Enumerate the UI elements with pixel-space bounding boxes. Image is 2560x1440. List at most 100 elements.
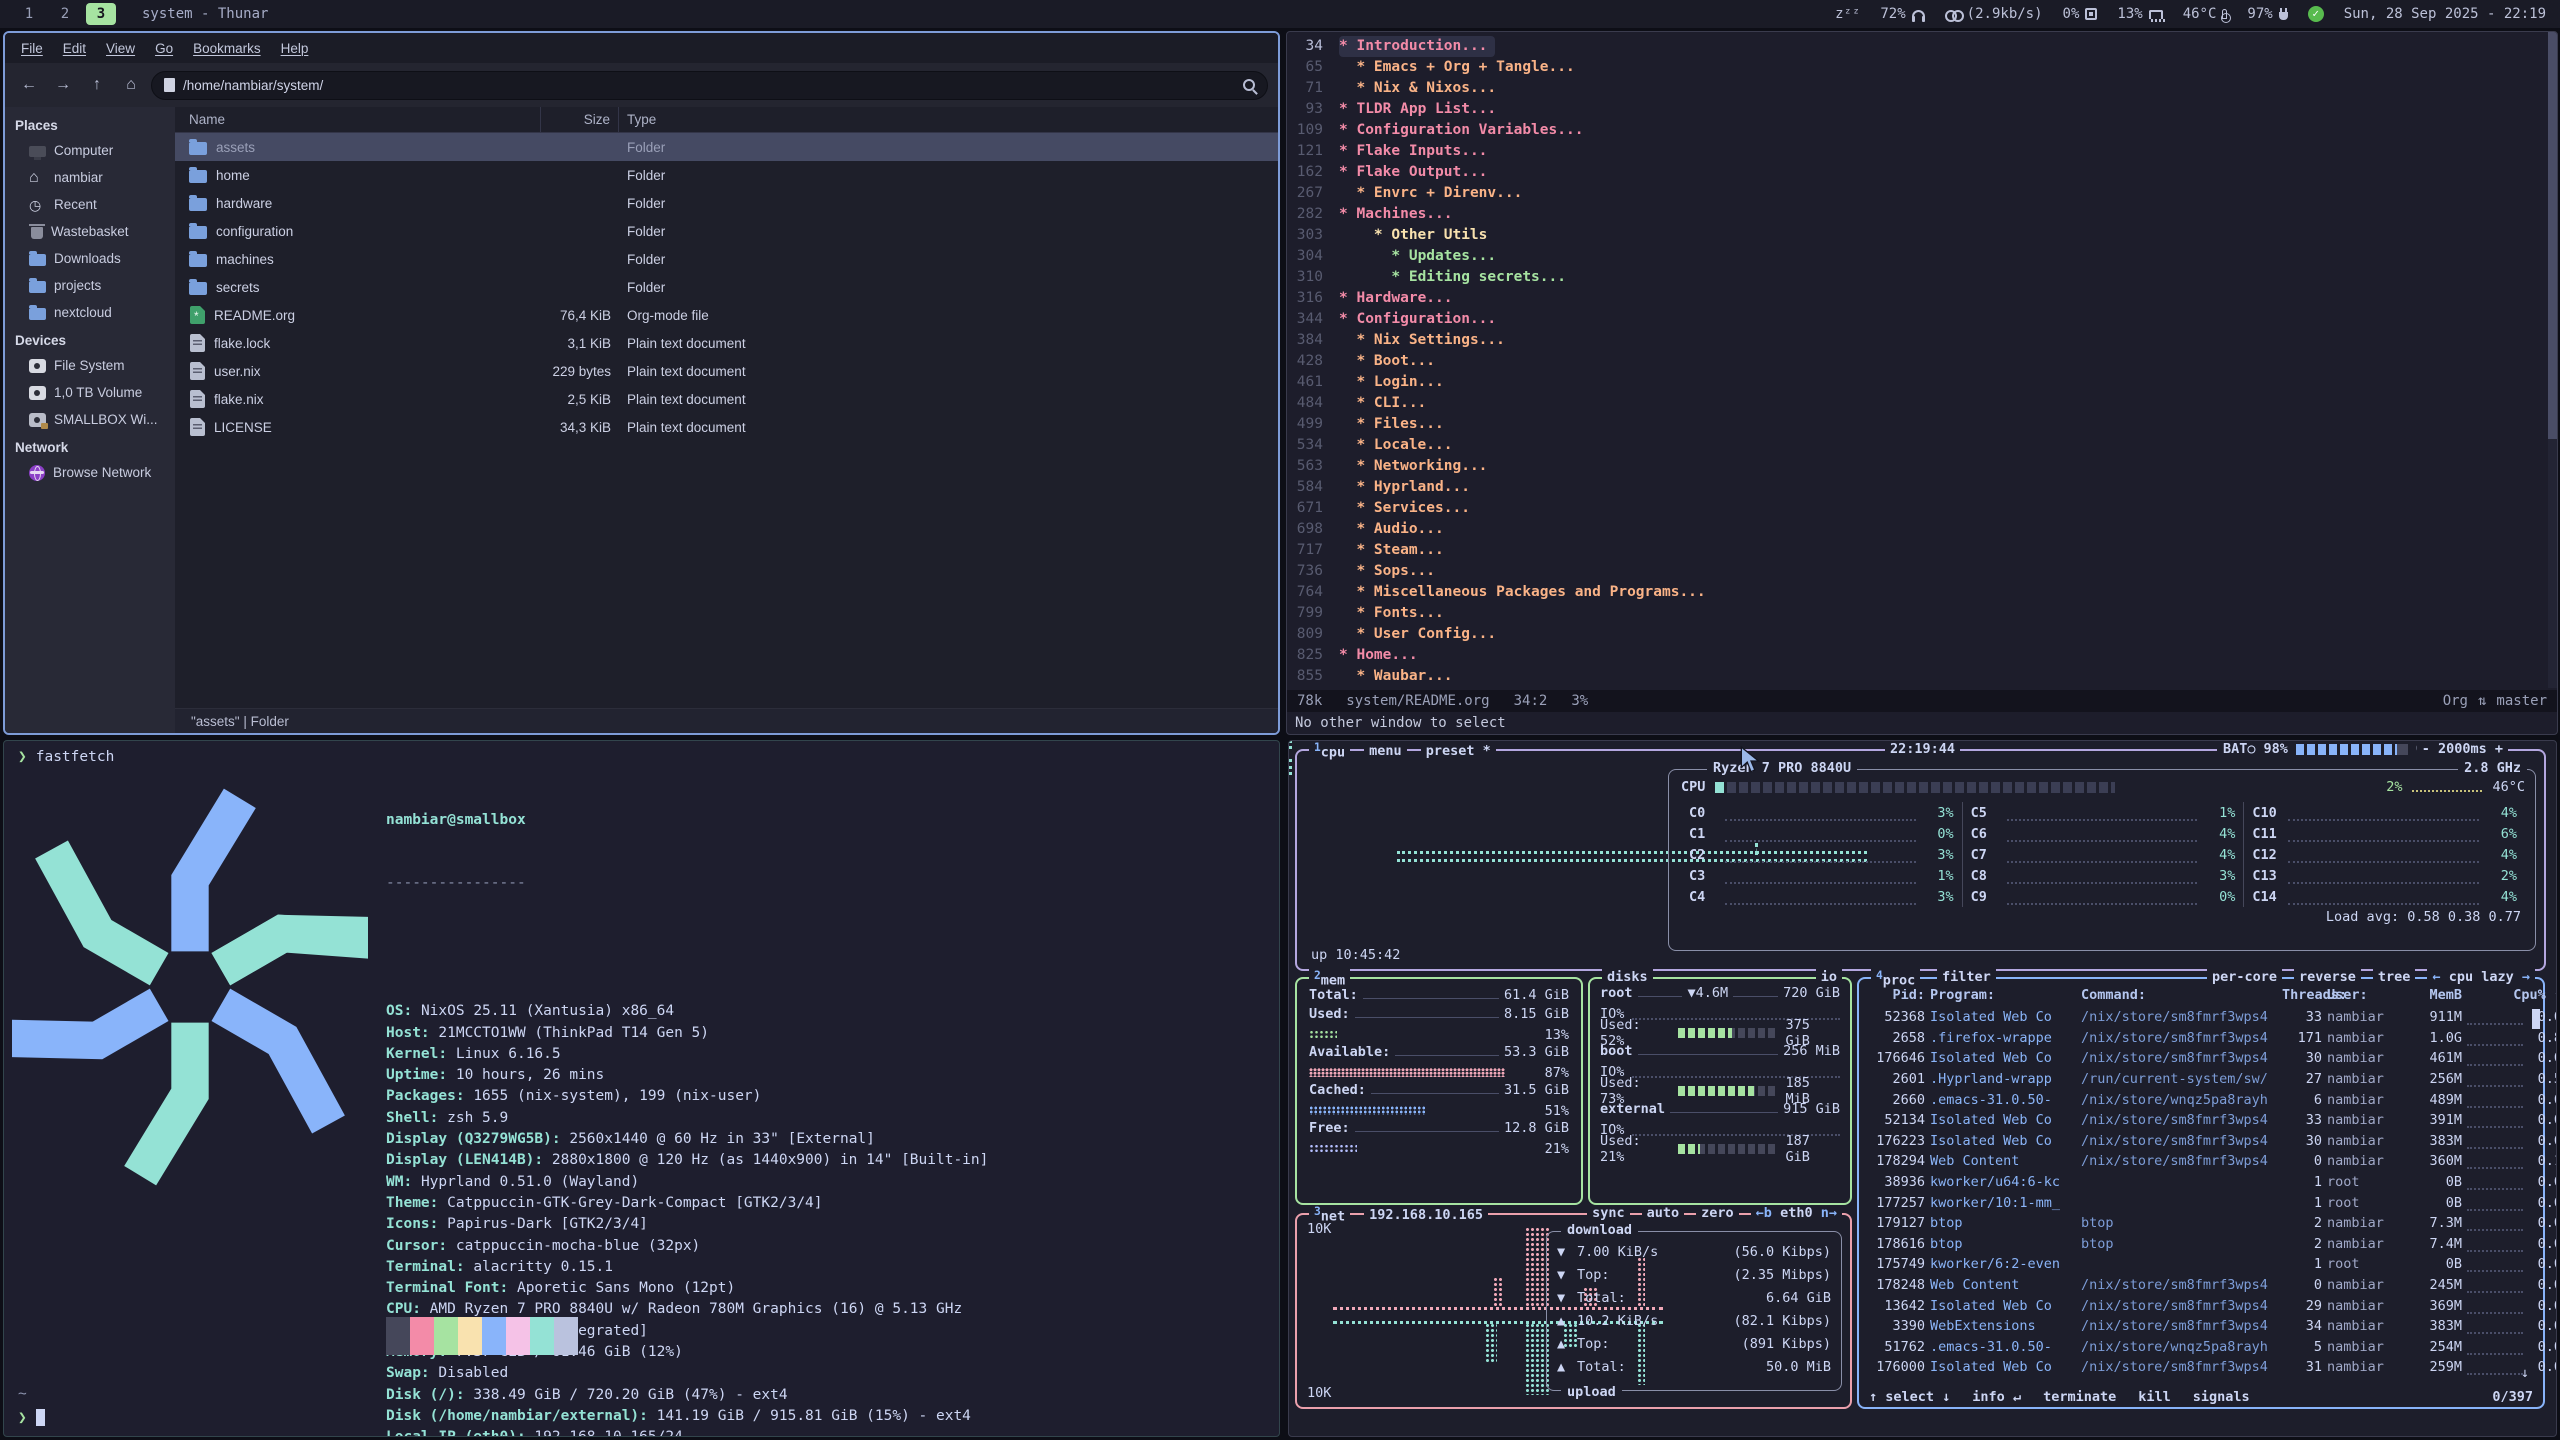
back-button[interactable]: ← bbox=[15, 71, 43, 99]
signals-action[interactable]: signals bbox=[2193, 1389, 2250, 1405]
net-zero-button[interactable]: zero bbox=[1696, 1205, 1739, 1221]
workspace-button[interactable]: 3 bbox=[86, 3, 116, 25]
home-button[interactable]: ⌂ bbox=[117, 71, 145, 99]
process-row[interactable]: 176223 Isolated Web Co /nix/store/sm8fmr… bbox=[1859, 1131, 2543, 1152]
sort-selector[interactable]: ← cpu lazy → bbox=[2427, 969, 2535, 985]
org-heading-line[interactable]: 282 * Machines... bbox=[1287, 204, 2547, 225]
tree-button[interactable]: tree bbox=[2373, 969, 2416, 985]
disks-panel-title[interactable]: disks bbox=[1602, 969, 1653, 985]
org-heading-line[interactable]: 563 * Networking... bbox=[1287, 456, 2547, 477]
process-row[interactable]: 2660 .emacs-31.0.50- /nix/store/wnqz5pa8… bbox=[1859, 1089, 2543, 1110]
cpu-module[interactable]: 0% bbox=[2063, 6, 2098, 22]
org-heading-line[interactable]: 384 * Nix Settings... bbox=[1287, 330, 2547, 351]
org-heading-line[interactable]: 65 * Emacs + Org + Tangle... bbox=[1287, 57, 2547, 78]
file-row[interactable]: flake.lock 3,1 KiB Plain text document bbox=[175, 329, 1278, 357]
process-scrollbar-thumb[interactable] bbox=[2532, 1009, 2540, 1029]
org-heading-line[interactable]: 855 * Waubar... bbox=[1287, 666, 2547, 687]
select-action[interactable]: ↑ select ↓ bbox=[1869, 1389, 1950, 1405]
file-row[interactable]: machines Folder bbox=[175, 245, 1278, 273]
sidebar-item[interactable]: projects bbox=[5, 272, 175, 299]
up-button[interactable]: ↑ bbox=[83, 71, 111, 99]
file-row[interactable]: user.nix 229 bytes Plain text document bbox=[175, 357, 1278, 385]
org-heading-line[interactable]: 825 * Home... bbox=[1287, 645, 2547, 666]
process-row[interactable]: 179127 btop btop 2 nambiar 7.3M 0.0 bbox=[1859, 1213, 2543, 1234]
file-row[interactable]: configuration Folder bbox=[175, 217, 1278, 245]
org-buffer[interactable]: 34 * Introduction... 65 * Emacs + Org + … bbox=[1287, 36, 2547, 688]
idle-inhibitor-module[interactable]: zᶻᶻ bbox=[1835, 6, 1860, 22]
preset-button[interactable]: preset * bbox=[1421, 743, 1496, 759]
sidebar-item[interactable]: Downloads bbox=[5, 245, 175, 272]
file-row[interactable]: assets Folder bbox=[175, 133, 1278, 161]
org-heading-line[interactable]: 717 * Steam... bbox=[1287, 540, 2547, 561]
org-heading-line[interactable]: 764 * Miscellaneous Packages and Program… bbox=[1287, 582, 2547, 603]
process-row[interactable]: 178294 Web Content /nix/store/sm8fmrf3wp… bbox=[1859, 1151, 2543, 1172]
clock-module[interactable]: Sun, 28 Sep 2025 - 22:19 bbox=[2344, 6, 2546, 22]
org-heading-line[interactable]: 316 * Hardware... bbox=[1287, 288, 2547, 309]
file-row[interactable]: flake.nix 2,5 KiB Plain text document bbox=[175, 385, 1278, 413]
org-heading-line[interactable]: 310 * Editing secrets... bbox=[1287, 267, 2547, 288]
menu-item[interactable]: Go bbox=[145, 37, 183, 60]
temperature-module[interactable]: 46°C bbox=[2183, 6, 2228, 22]
cpu-panel-title[interactable]: 1cpu bbox=[1309, 741, 1350, 761]
sidebar-item[interactable]: 1,0 TB Volume bbox=[5, 379, 175, 406]
org-heading-line[interactable]: 584 * Hyprland... bbox=[1287, 477, 2547, 498]
org-heading-line[interactable]: 698 * Audio... bbox=[1287, 519, 2547, 540]
sidebar-item[interactable]: Wastebasket bbox=[5, 218, 175, 245]
org-heading-line[interactable]: 303 * Other Utils bbox=[1287, 225, 2547, 246]
sidebar-item[interactable]: File System bbox=[5, 352, 175, 379]
org-heading-line[interactable]: 71 * Nix & Nixos... bbox=[1287, 78, 2547, 99]
file-row[interactable]: hardware Folder bbox=[175, 189, 1278, 217]
org-heading-line[interactable]: 534 * Locale... bbox=[1287, 435, 2547, 456]
workspace-button[interactable]: 1 bbox=[14, 3, 44, 25]
per-core-button[interactable]: per-core bbox=[2207, 969, 2282, 985]
systemd-status-module[interactable]: ✓ bbox=[2308, 6, 2324, 22]
process-panel-title[interactable]: 4proc bbox=[1871, 969, 1920, 989]
network-module[interactable]: (2.9kb/s) bbox=[1945, 6, 2043, 22]
shell-prompt[interactable]: ❯ bbox=[18, 1409, 45, 1426]
reverse-button[interactable]: reverse bbox=[2294, 969, 2361, 985]
update-interval-control[interactable]: - 2000ms + bbox=[2417, 741, 2508, 757]
menu-button[interactable]: menu bbox=[1364, 743, 1407, 759]
process-row[interactable]: 176646 Isolated Web Co /nix/store/sm8fmr… bbox=[1859, 1048, 2543, 1069]
process-row[interactable]: 52368 Isolated Web Co /nix/store/sm8fmrf… bbox=[1859, 1007, 2543, 1028]
file-row[interactable]: home Folder bbox=[175, 161, 1278, 189]
column-header-type[interactable]: Type bbox=[619, 107, 1278, 132]
filter-button[interactable]: filter bbox=[1937, 969, 1996, 985]
org-heading-line[interactable]: 671 * Services... bbox=[1287, 498, 2547, 519]
io-mode-button[interactable]: io bbox=[1816, 969, 1842, 985]
menu-item[interactable]: Help bbox=[271, 37, 319, 60]
sidebar-item[interactable]: Browse Network bbox=[5, 459, 175, 486]
terminal-window[interactable]: ❯ fastfetch nambiar@smallbox -----------… bbox=[3, 740, 1280, 1437]
org-heading-line[interactable]: 93 * TLDR App List... bbox=[1287, 99, 2547, 120]
net-sync-button[interactable]: sync bbox=[1587, 1205, 1630, 1221]
process-row[interactable]: 52134 Isolated Web Co /nix/store/sm8fmrf… bbox=[1859, 1110, 2543, 1131]
process-row[interactable]: 2658 .firefox-wrappe /nix/store/sm8fmrf3… bbox=[1859, 1028, 2543, 1049]
memory-panel-title[interactable]: 2mem bbox=[1309, 969, 1350, 989]
process-row[interactable]: 13642 Isolated Web Co /nix/store/sm8fmrf… bbox=[1859, 1295, 2543, 1316]
org-heading-line[interactable]: 344 * Configuration... bbox=[1287, 309, 2547, 330]
org-heading-line[interactable]: 484 * CLI... bbox=[1287, 393, 2547, 414]
menu-item[interactable]: View bbox=[96, 37, 145, 60]
process-row[interactable]: 3390 WebExtensions /nix/store/sm8fmrf3wp… bbox=[1859, 1316, 2543, 1337]
org-heading-line[interactable]: 809 * User Config... bbox=[1287, 624, 2547, 645]
org-heading-line[interactable]: 799 * Fonts... bbox=[1287, 603, 2547, 624]
info-action[interactable]: info ↵ bbox=[1972, 1389, 2021, 1405]
file-row[interactable]: secrets Folder bbox=[175, 273, 1278, 301]
search-icon[interactable] bbox=[1243, 79, 1255, 91]
org-heading-line[interactable]: 121 * Flake Inputs... bbox=[1287, 141, 2547, 162]
menu-item[interactable]: File bbox=[11, 37, 53, 60]
menu-item[interactable]: Bookmarks bbox=[183, 37, 271, 60]
scrollbar-thumb[interactable] bbox=[2548, 32, 2557, 439]
path-bar[interactable]: /home/nambiar/system/ bbox=[151, 71, 1268, 100]
sidebar-item[interactable]: Computer bbox=[5, 137, 175, 164]
file-row[interactable]: LICENSE 34,3 KiB Plain text document bbox=[175, 413, 1278, 441]
org-heading-line[interactable]: 109 * Configuration Variables... bbox=[1287, 120, 2547, 141]
org-heading-line[interactable]: 304 * Updates... bbox=[1287, 246, 2547, 267]
battery-module[interactable]: 97% bbox=[2247, 6, 2287, 22]
process-row[interactable]: 178616 btop btop 2 nambiar 7.4M 0.0 bbox=[1859, 1234, 2543, 1255]
process-row[interactable]: 38936 kworker/u64:6-kc 1 root 0B 0.0 bbox=[1859, 1172, 2543, 1193]
column-header-size[interactable]: Size bbox=[541, 107, 619, 132]
terminate-action[interactable]: terminate bbox=[2043, 1389, 2116, 1405]
sidebar-item[interactable]: SMALLBOX Wi... bbox=[5, 406, 175, 433]
process-row[interactable]: 175749 kworker/6:2-even 1 root 0B 0.0 bbox=[1859, 1254, 2543, 1275]
